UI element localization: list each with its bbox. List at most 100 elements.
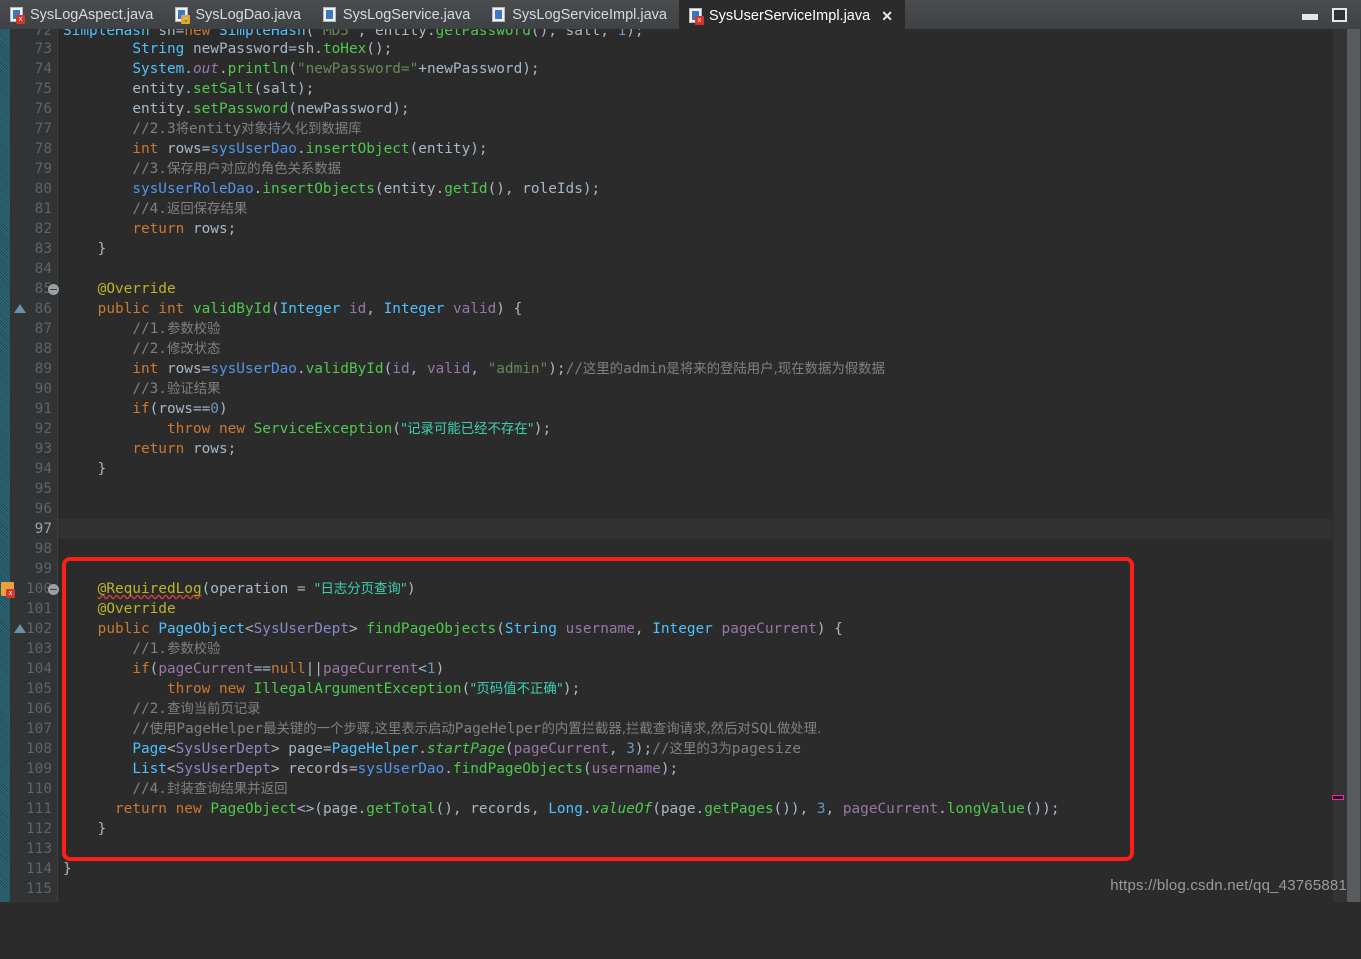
line-number: 95 bbox=[34, 481, 52, 497]
overriding-method-icon[interactable] bbox=[14, 304, 26, 313]
code-text: return rows; bbox=[132, 221, 237, 237]
scrollbar-error-marker[interactable] bbox=[1332, 795, 1344, 800]
line-number: 108 bbox=[26, 741, 52, 757]
maximize-icon[interactable] bbox=[1332, 7, 1347, 22]
tab-syslogserviceimpl[interactable]: SysLogServiceImpl.java bbox=[482, 0, 679, 29]
code-text bbox=[58, 519, 1332, 539]
code-text: //2.修改状态 bbox=[132, 341, 221, 357]
collapse-icon[interactable] bbox=[48, 284, 59, 295]
tab-syslogdao[interactable]: 🔒 SysLogDao.java bbox=[165, 0, 313, 29]
code-row: 103 //1.参数校验 bbox=[0, 639, 1361, 659]
code-text: int rows=sysUserDao.insertObject(entity)… bbox=[132, 141, 488, 157]
tab-label: SysLogServiceImpl.java bbox=[512, 6, 668, 23]
java-file-icon: x bbox=[10, 7, 25, 24]
code-row: 83 } bbox=[0, 239, 1361, 259]
code-text: } bbox=[63, 461, 107, 477]
line-number: 85 bbox=[34, 281, 52, 297]
code-text: } bbox=[63, 861, 72, 877]
code-lines: 72 SimpleHash sh=new SimpleHash("MD5", e… bbox=[0, 29, 1361, 899]
code-row: 111 return new PageObject<>(page.getTota… bbox=[0, 799, 1361, 819]
java-file-icon bbox=[492, 7, 506, 22]
tab-syslogservice[interactable]: SysLogService.java bbox=[313, 0, 482, 29]
code-row: 92 throw new ServiceException("记录可能已经不存在… bbox=[0, 419, 1361, 439]
code-row: 84 bbox=[0, 259, 1361, 279]
code-text: //1.参数校验 bbox=[132, 641, 221, 657]
tab-syslogaspect[interactable]: x SysLogAspect.java bbox=[0, 0, 165, 29]
line-number: 114 bbox=[26, 861, 52, 877]
code-row: 74 System.out.println("newPassword="+new… bbox=[0, 59, 1361, 79]
line-number: 76 bbox=[34, 101, 52, 117]
java-file-icon: x bbox=[689, 8, 705, 25]
overriding-method-icon[interactable] bbox=[14, 624, 26, 633]
code-text: entity.setSalt(salt); bbox=[132, 81, 315, 97]
code-row: 99 bbox=[0, 559, 1361, 579]
code-row: 78 int rows=sysUserDao.insertObject(enti… bbox=[0, 139, 1361, 159]
code-text: Page<SysUserDept> page=PageHelper.startP… bbox=[132, 741, 802, 757]
line-number: 105 bbox=[26, 681, 52, 697]
line-number: 93 bbox=[34, 441, 52, 457]
window-controls bbox=[1256, 0, 1361, 29]
code-row: 73 String newPassword=sh.toHex(); bbox=[0, 39, 1361, 59]
code-text: //3.保存用户对应的角色关系数据 bbox=[132, 161, 342, 177]
code-row: 113 bbox=[0, 839, 1361, 859]
code-editor[interactable]: 72 SimpleHash sh=new SimpleHash("MD5", e… bbox=[0, 29, 1361, 902]
line-number: 98 bbox=[34, 541, 52, 557]
line-number: 112 bbox=[26, 821, 52, 837]
code-row: 108 Page<SysUserDept> page=PageHelper.st… bbox=[0, 739, 1361, 759]
line-number: 80 bbox=[34, 181, 52, 197]
code-row: 89 int rows=sysUserDao.validById(id, val… bbox=[0, 359, 1361, 379]
code-text: System.out.println("newPassword="+newPas… bbox=[132, 61, 540, 77]
tab-label: SysUserServiceImpl.java bbox=[709, 7, 871, 24]
line-number: 73 bbox=[34, 41, 52, 57]
code-row: 96 bbox=[0, 499, 1361, 519]
code-text: //2.查询当前页记录 bbox=[132, 701, 261, 717]
code-row: 75 entity.setSalt(salt); bbox=[0, 79, 1361, 99]
code-row: 105 throw new IllegalArgumentException("… bbox=[0, 679, 1361, 699]
code-text: SimpleHash sh=new SimpleHash("MD5", enti… bbox=[63, 29, 644, 39]
line-number: 74 bbox=[34, 61, 52, 77]
ide-window: x SysLogAspect.java 🔒 SysLogDao.java Sys… bbox=[0, 0, 1361, 902]
line-number: 91 bbox=[34, 401, 52, 417]
code-row: 87 //1.参数校验 bbox=[0, 319, 1361, 339]
vertical-scrollbar[interactable] bbox=[1333, 29, 1361, 902]
code-row: 94 } bbox=[0, 459, 1361, 479]
code-text: entity.setPassword(newPassword); bbox=[132, 101, 410, 117]
code-text: //4.封装查询结果并返回 bbox=[132, 781, 288, 797]
code-text: //2.3将entity对象持久化到数据库 bbox=[132, 121, 362, 137]
line-number: 83 bbox=[34, 241, 52, 257]
scrollbar-thumb[interactable] bbox=[1347, 29, 1360, 902]
close-icon[interactable]: ✕ bbox=[881, 9, 893, 23]
line-number: 113 bbox=[26, 841, 52, 857]
code-text: if(rows==0) bbox=[132, 401, 228, 417]
code-row: 112 } bbox=[0, 819, 1361, 839]
line-number: 103 bbox=[26, 641, 52, 657]
scrollbar-track[interactable] bbox=[1333, 29, 1347, 902]
code-row: 101 @Override bbox=[0, 599, 1361, 619]
code-text: int rows=sysUserDao.validById(id, valid,… bbox=[132, 361, 885, 377]
line-number: 97 bbox=[34, 521, 52, 537]
collapse-icon[interactable] bbox=[48, 584, 59, 595]
minimize-icon[interactable] bbox=[1302, 14, 1318, 20]
code-row: 104 if(pageCurrent==null||pageCurrent<1) bbox=[0, 659, 1361, 679]
line-number: 101 bbox=[26, 601, 52, 617]
code-text: @Override bbox=[97, 601, 176, 617]
code-row: 79 //3.保存用户对应的角色关系数据 bbox=[0, 159, 1361, 179]
code-text: @Override bbox=[97, 281, 176, 297]
line-number: 72 bbox=[34, 29, 52, 39]
line-number: 104 bbox=[26, 661, 52, 677]
line-number: 82 bbox=[34, 221, 52, 237]
code-text: throw new IllegalArgumentException("页码值不… bbox=[166, 681, 581, 697]
code-row-current: 97 bbox=[0, 519, 1361, 539]
code-row: 114 } bbox=[0, 859, 1361, 879]
error-marker-icon[interactable] bbox=[1, 582, 15, 598]
tab-sysuserserviceimpl[interactable]: x SysUserServiceImpl.java ✕ bbox=[679, 0, 905, 29]
line-number: 94 bbox=[34, 461, 52, 477]
code-text: public PageObject<SysUserDept> findPageO… bbox=[97, 621, 843, 637]
code-row: 77 //2.3将entity对象持久化到数据库 bbox=[0, 119, 1361, 139]
tab-label: SysLogDao.java bbox=[195, 6, 301, 23]
java-file-icon: 🔒 bbox=[175, 7, 191, 24]
line-number: 87 bbox=[34, 321, 52, 337]
